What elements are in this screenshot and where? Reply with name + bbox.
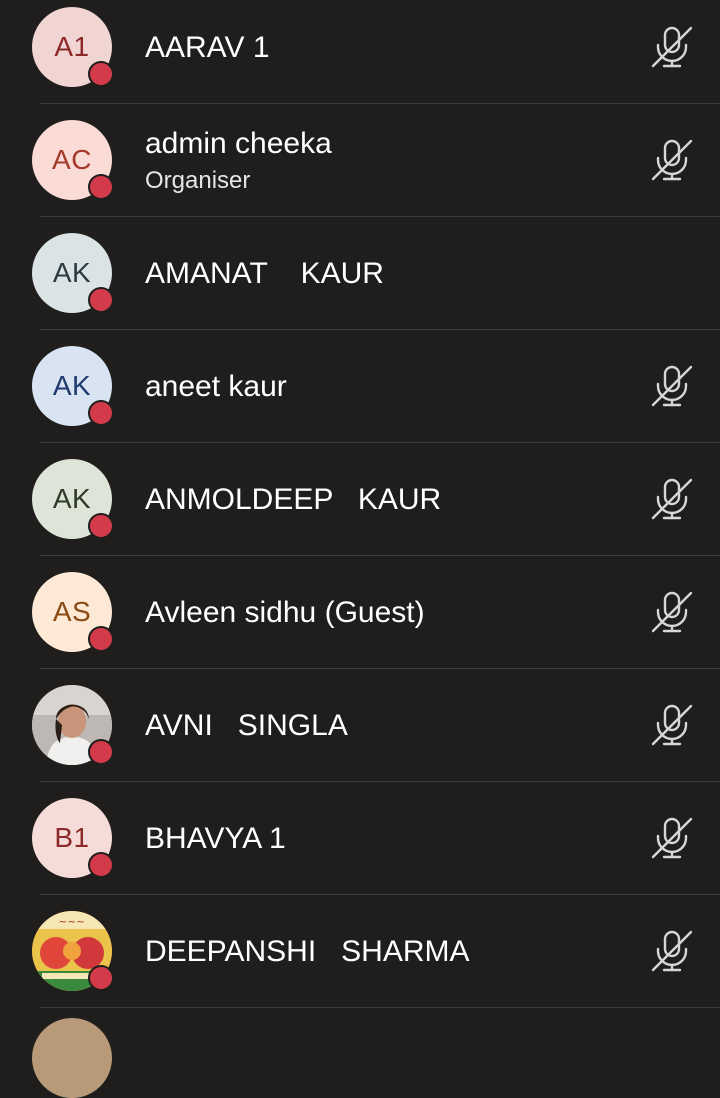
participant-name: AVNI SINGLA [145, 708, 348, 742]
mic-off-icon[interactable] [648, 814, 696, 862]
presence-status-dot [88, 400, 114, 426]
participant-row[interactable]: AK AMANAT KAUR [0, 217, 720, 330]
participant-info: AMANAT KAUR [145, 217, 384, 330]
avatar-initials: AK [52, 483, 92, 514]
avatar-initials: AS [52, 596, 92, 627]
participant-info: BHAVYA 1 [145, 782, 286, 895]
participant-row[interactable]: A1 AARAV 1 [0, 0, 720, 104]
participant-row[interactable]: AS Avleen sidhu (Guest) [0, 556, 720, 669]
presence-status-dot [88, 61, 114, 87]
svg-text:~~~: ~~~ [59, 917, 86, 928]
participant-role: Organiser [145, 166, 251, 194]
participant-name: Avleen sidhu (Guest) [145, 595, 425, 629]
participant-name: BHAVYA 1 [145, 821, 286, 855]
avatar-initials: AK [52, 370, 92, 401]
presence-status-dot [88, 739, 114, 765]
participant-name: admin cheeka [145, 126, 332, 160]
participant-info: admin cheeka Organiser [145, 104, 332, 217]
participant-info: AARAV 1 [145, 0, 270, 104]
participant-info: Avleen sidhu (Guest) [145, 556, 425, 669]
mic-off-icon[interactable] [648, 136, 696, 184]
participant-row[interactable]: AC admin cheeka Organiser [0, 104, 720, 217]
mic-off-icon[interactable] [648, 23, 696, 71]
presence-status-dot [88, 513, 114, 539]
mic-off-icon[interactable] [648, 362, 696, 410]
participant-name: DEEPANSHI SHARMA [145, 934, 470, 968]
participants-list: A1 AARAV 1 AC admin cheeka Organiser AK AMAN… [0, 0, 720, 1008]
participant-row[interactable]: AK aneet kaur [0, 330, 720, 443]
mic-off-icon[interactable] [648, 588, 696, 636]
avatar-initials: A1 [54, 31, 90, 62]
participant-info: aneet kaur [145, 330, 287, 443]
avatar-initials: AK [52, 257, 92, 288]
participant-name: AMANAT KAUR [145, 256, 384, 290]
presence-status-dot [88, 852, 114, 878]
row-divider [40, 1007, 720, 1008]
participant-row[interactable]: AK ANMOLDEEP KAUR [0, 443, 720, 556]
participant-name: ANMOLDEEP KAUR [145, 482, 442, 516]
mic-off-icon[interactable] [648, 927, 696, 975]
participant-info: AVNI SINGLA [145, 669, 348, 782]
avatar-initials: B1 [54, 822, 90, 853]
presence-status-dot [88, 965, 114, 991]
avatar-initials: AC [52, 144, 92, 175]
avatar[interactable] [32, 1018, 112, 1098]
participant-info: DEEPANSHI SHARMA [145, 895, 470, 1008]
participant-name: AARAV 1 [145, 30, 270, 64]
presence-status-dot [88, 287, 114, 313]
presence-status-dot [88, 174, 114, 200]
presence-status-dot [88, 626, 114, 652]
participant-row[interactable]: B1 BHAVYA 1 [0, 782, 720, 895]
mic-off-icon[interactable] [648, 475, 696, 523]
participant-row[interactable]: AVNI SINGLA [0, 669, 720, 782]
participant-info: ANMOLDEEP KAUR [145, 443, 441, 556]
participant-row[interactable]: ~~~ DEEPANSHI SHARMA [0, 895, 720, 1008]
mic-off-icon[interactable] [648, 701, 696, 749]
participant-name: aneet kaur [145, 369, 287, 403]
